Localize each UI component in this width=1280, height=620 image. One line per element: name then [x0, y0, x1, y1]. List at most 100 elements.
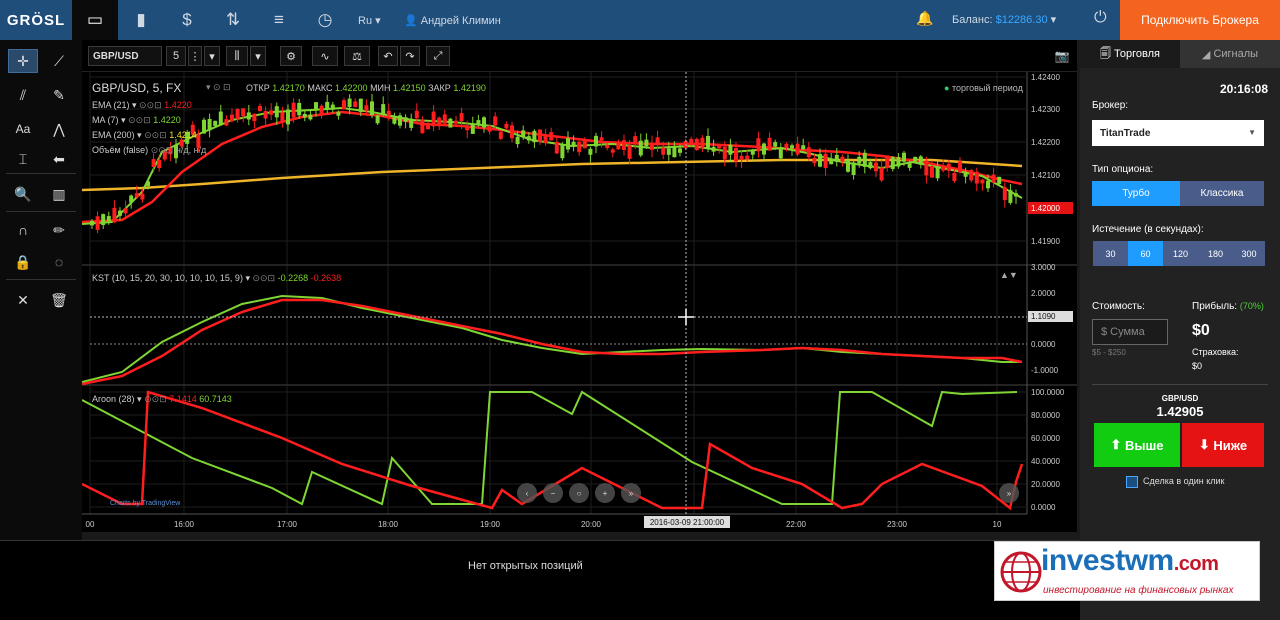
candle — [616, 143, 621, 150]
gear-icon[interactable]: ⚙ — [280, 46, 302, 66]
ema21-label: EMA (21) — [92, 100, 130, 110]
candle — [319, 105, 324, 114]
broker-select[interactable]: TitanTrade ▼ — [1092, 120, 1264, 146]
candles-icon[interactable]: ⫼ — [226, 46, 248, 66]
arrow-left-icon[interactable]: ⬅ — [44, 147, 74, 171]
balance[interactable]: Баланс: $12286.30 ▾ — [952, 13, 1056, 26]
kst-value-1: -0.2268 — [277, 273, 309, 283]
tab-trade[interactable]: 🗐 Торговля — [1080, 40, 1180, 68]
camera-icon[interactable]: 📷 — [1052, 46, 1072, 66]
brush-icon[interactable]: ✎ — [44, 83, 74, 107]
up-label: Выше — [1124, 437, 1164, 453]
candle — [969, 170, 974, 181]
candle — [650, 143, 654, 150]
candle — [806, 147, 811, 158]
redo-icon[interactable]: ↷ — [400, 46, 420, 66]
undo-icon[interactable]: ↶ — [378, 46, 398, 66]
candle — [526, 136, 531, 141]
tools-icon[interactable]: ✕ — [8, 288, 38, 312]
tab-signals[interactable]: ◢ Сигналы — [1180, 40, 1280, 68]
user-menu[interactable]: 👤 Андрей Климин — [404, 14, 501, 27]
chevron-down-icon[interactable]: ▾ — [204, 46, 220, 66]
candle — [560, 144, 565, 159]
pencil-icon[interactable]: ✏ — [44, 218, 74, 242]
chart-area[interactable]: 1.42400 1.42300 1.42200 1.42100 1.41900 3.000… — [82, 72, 1077, 532]
power-icon[interactable]: ⏻ — [1094, 9, 1107, 27]
balance-label: Баланс: — [952, 14, 993, 26]
low-value: 1.42150 — [393, 83, 426, 93]
candle — [286, 109, 290, 125]
sliders-icon[interactable]: ≡ — [256, 0, 302, 40]
price-tick-label: 1.42400 — [1031, 73, 1060, 82]
sum-input[interactable]: $ Сумма — [1092, 319, 1168, 345]
zoom-icon[interactable]: 🔍 — [8, 182, 38, 206]
candle — [678, 148, 682, 153]
pattern-icon[interactable]: ⋀ — [44, 117, 74, 141]
candle — [986, 180, 990, 189]
interval-select[interactable]: 5 — [166, 46, 186, 66]
kst-legend[interactable]: KST (10, 15, 20, 30, 10, 10, 10, 15, 9) … — [92, 273, 341, 284]
compare-icon[interactable]: ⚖ — [344, 46, 370, 66]
eye-hidden-icon[interactable]: ◌ — [44, 250, 74, 274]
expiry-300-button[interactable]: 300 — [1233, 241, 1265, 266]
ema21-legend[interactable]: EMA (21) ▾ ⊙⊙⊡ 1.4220 — [92, 100, 192, 111]
positions-panel: Нет открытых позиций — [0, 540, 1080, 620]
current-price: 1.42905 — [1156, 404, 1204, 419]
crosshair-icon[interactable]: ✛ — [8, 49, 38, 73]
fullscreen-icon[interactable]: ⤢ — [426, 46, 450, 66]
language-select[interactable]: Ru ▾ — [358, 14, 400, 27]
candle — [269, 110, 274, 115]
candle — [588, 148, 593, 155]
bell-icon[interactable]: 🔔 — [916, 10, 933, 27]
text-tool-icon[interactable]: Aa — [8, 117, 38, 141]
candle — [381, 104, 386, 115]
down-label: Ниже — [1213, 437, 1248, 453]
ma7-legend[interactable]: MA (7) ▾ ⊙⊙⊡ 1.4220 — [92, 115, 181, 126]
open-value: 1.42170 — [272, 83, 305, 93]
expiry-180-button[interactable]: 180 — [1198, 241, 1233, 266]
clock-icon[interactable]: ◷ — [302, 0, 348, 40]
connect-broker-button[interactable]: Подключить Брокера — [1120, 0, 1280, 40]
drawing-toolbar: ✛ ⟋ ⫽ ✎ Aa ⋀ ⌶ ⬅ 🔍 ▥ ∩ ✏ 🔒 ◌ ✕ 🗑 — [0, 40, 82, 540]
candle — [106, 216, 111, 221]
symbol-input[interactable]: GBP/USD — [88, 46, 162, 66]
fork-icon[interactable]: ⫽ — [8, 83, 38, 107]
candle — [935, 166, 940, 179]
trend-line-icon[interactable]: ⟋ — [44, 49, 74, 73]
candle — [784, 143, 789, 149]
measure-icon[interactable]: ⌶ — [8, 147, 38, 171]
bar-chart-icon[interactable]: ▮ — [118, 0, 164, 40]
expiry-120-button[interactable]: 120 — [1163, 241, 1198, 266]
arrows-updown-icon[interactable]: ⇅ — [210, 0, 256, 40]
lock-icon[interactable]: 🔒 — [8, 250, 38, 274]
option-turbo-button[interactable]: Турбо — [1092, 181, 1180, 206]
volume-label: Объём (false) — [92, 145, 149, 155]
top-nav: GRÖSL ▭ ▮ $ ⇅ ≡ ◷ Ru ▾ 👤 Андрей Климин 🔔… — [0, 0, 1280, 40]
dollar-icon[interactable]: $ — [164, 0, 210, 40]
pane-arrows-icon[interactable]: ▲▼ — [1000, 270, 1018, 280]
candle — [638, 140, 643, 156]
aroon-legend[interactable]: Aroon (28) ▾ ⊙⊙⊡ 7.1414 60.7143 — [92, 394, 232, 405]
more-menu-icon[interactable]: ⋮ — [188, 46, 202, 66]
put-down-button[interactable]: ⬇ Ниже — [1182, 423, 1264, 467]
tradingview-credit[interactable]: Charts by TradingView — [110, 500, 180, 507]
chevron-down-icon[interactable]: ▾ — [250, 46, 266, 66]
magnet-icon[interactable]: ∩ — [8, 218, 38, 242]
volume-legend[interactable]: Объём (false) ⊙⊙⊡ н/д, н/д — [92, 145, 206, 156]
option-classic-button[interactable]: Классика — [1180, 181, 1264, 206]
call-up-button[interactable]: ⬆ Выше — [1094, 423, 1180, 467]
chart-svg[interactable]: 1.42400 1.42300 1.42200 1.42100 1.41900 3.000… — [82, 72, 1077, 532]
ema200-legend[interactable]: EMA (200) ▾ ⊙⊙⊡ 1.4214 — [92, 130, 197, 141]
monitor-icon[interactable]: ▭ — [72, 0, 118, 40]
indicators-icon[interactable]: ∿ — [312, 46, 338, 66]
candle — [420, 119, 425, 134]
expiry-60-button[interactable]: 60 — [1128, 241, 1163, 266]
oneclick-checkbox[interactable] — [1126, 476, 1138, 488]
close-value: 1.42190 — [453, 83, 486, 93]
legend-icons[interactable]: ▾ ⊙ ⊡ — [206, 82, 231, 93]
trash-icon[interactable]: 🗑 — [44, 288, 74, 312]
expiry-30-button[interactable]: 30 — [1093, 241, 1128, 266]
bars-icon[interactable]: ▥ — [44, 182, 74, 206]
chart-nav-glyph: + — [603, 489, 608, 498]
kst-tick-label: 2.0000 — [1031, 289, 1056, 298]
